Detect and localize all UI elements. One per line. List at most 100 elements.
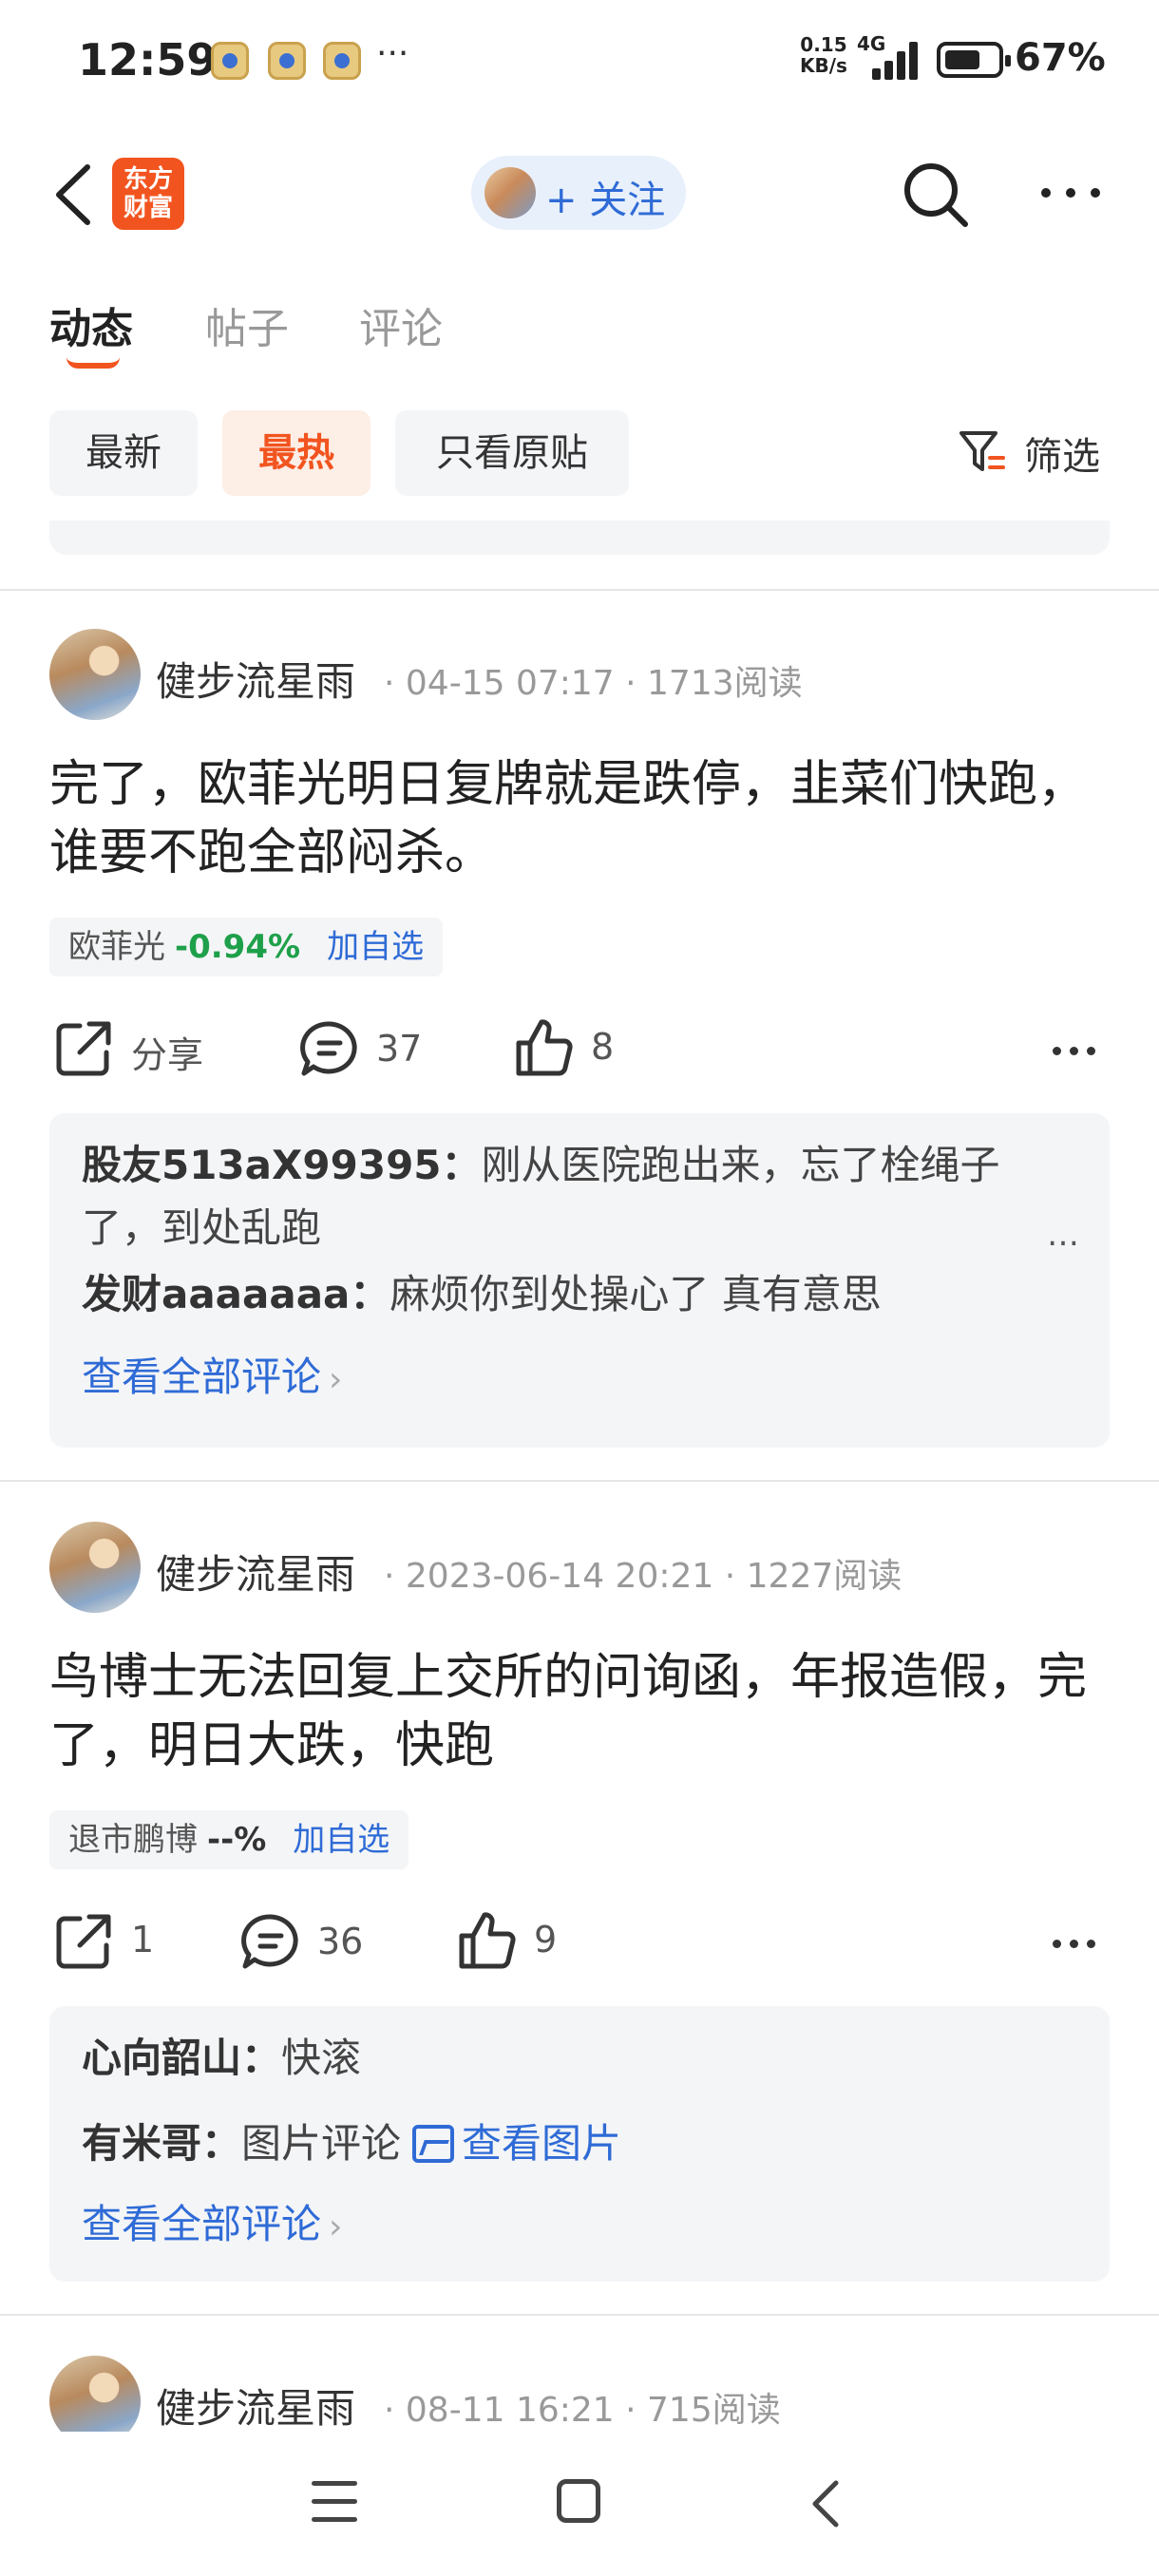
filter-icon [960, 431, 1005, 471]
comment-item[interactable]: 心向韶山：快滚 [82, 2027, 1070, 2090]
signal-icon [872, 42, 925, 80]
notification-app-icon [211, 42, 249, 80]
author-avatar[interactable] [49, 629, 141, 720]
comment-ellipsis: … [1047, 1216, 1079, 1254]
comment-icon [300, 1021, 357, 1076]
view-all-label: 查看全部评论 [82, 2201, 322, 2247]
filter-label: 筛选 [1024, 435, 1100, 479]
comments-preview: 股友513aX99395：刚从医院跑出来，忘了栓绳子了，到处乱跑 … 发财aaa… [49, 1113, 1110, 1448]
system-nav-bar [0, 2432, 1159, 2576]
post-more-icon[interactable] [1053, 1041, 1100, 1060]
image-icon [412, 2125, 455, 2163]
logo-text-line1: 东方 [123, 165, 173, 194]
home-button[interactable] [557, 2479, 600, 2523]
stock-name: 退市鹏博 [68, 1821, 198, 1859]
network-speed-value: 0.15 [800, 33, 847, 56]
status-bar: 12:59 ··· 0.15 KB/s 4G 67% [0, 0, 1159, 114]
author-avatar[interactable] [49, 1522, 141, 1613]
follow-label: + 关注 [545, 179, 666, 222]
battery-percent: 67% [1015, 36, 1106, 80]
like-count: 9 [534, 1919, 558, 1960]
divider [0, 589, 1159, 591]
comment-text: 图片评论 [241, 2120, 402, 2167]
author-name[interactable]: 健步流星雨 [156, 2377, 355, 2432]
battery-icon [937, 42, 1011, 78]
post-reads: 1227阅读 [746, 1557, 902, 1596]
status-time: 12:59 [78, 34, 218, 85]
view-all-comments-link[interactable]: 查看全部评论 › [82, 1345, 342, 1403]
share-icon [56, 1021, 111, 1076]
post-meta: · 08-11 16:21 · 715阅读 [384, 2391, 781, 2430]
thumbs-up-icon [516, 1019, 573, 1076]
tab-comments[interactable]: 评论 [359, 294, 443, 355]
tab-posts[interactable]: 帖子 [205, 294, 289, 355]
logo-text-line2: 财富 [123, 194, 173, 222]
share-label: 分享 [131, 1034, 204, 1076]
filter-hottest[interactable]: 最热 [222, 410, 370, 496]
like-count: 8 [591, 1026, 615, 1068]
author-name[interactable]: 健步流星雨 [156, 1543, 355, 1601]
comment-item[interactable]: 有米哥：图片评论 查看图片 [82, 2112, 1070, 2175]
comment-text: 麻烦你到处操心了 真有意思 [390, 1271, 882, 1317]
chevron-right-icon: › [329, 1360, 343, 1399]
post-more-icon[interactable] [1053, 1934, 1100, 1953]
notification-app-icon [323, 42, 361, 80]
system-back-icon[interactable] [808, 2477, 846, 2530]
post-content[interactable]: 完了，欧菲光明日复牌就是跌停，韭菜们快跑，谁要不跑全部闷杀。 [49, 750, 1110, 887]
back-arrow-icon[interactable] [48, 161, 104, 228]
post-date: 2023-06-14 20:21 [405, 1557, 714, 1596]
view-all-label: 查看全部评论 [82, 1354, 322, 1400]
post-meta: · 04-15 07:17 · 1713阅读 [384, 664, 803, 703]
follow-button[interactable]: + 关注 [471, 156, 686, 230]
comment-item[interactable]: 发财aaaaaaa：麻烦你到处操心了 真有意思 [82, 1263, 1070, 1326]
comment-user[interactable]: 心向韶山 [82, 2035, 241, 2081]
avatar [484, 167, 536, 218]
comment-count: 37 [376, 1028, 423, 1070]
divider [0, 2314, 1159, 2316]
add-watchlist-button[interactable]: 加自选 [327, 928, 424, 966]
filter-original-only[interactable]: 只看原贴 [395, 410, 629, 496]
network-speed-unit: KB/s [800, 54, 847, 77]
post-reads: 1713阅读 [647, 664, 803, 703]
add-watchlist-button[interactable]: 加自选 [293, 1821, 390, 1859]
author-name[interactable]: 健步流星雨 [156, 650, 355, 708]
network-speed: 0.15 KB/s [800, 34, 847, 76]
post-content[interactable]: 鸟博士无法回复上交所的问询函，年报造假，完了，明日大跌，快跑 [49, 1643, 1110, 1780]
post-date: 04-15 07:17 [405, 664, 615, 703]
stock-change: --% [207, 1821, 267, 1859]
view-image-link[interactable]: 查看图片 [462, 2120, 621, 2167]
app-logo: 东方 财富 [112, 158, 184, 230]
divider [0, 1480, 1159, 1482]
share-count: 1 [131, 1919, 155, 1960]
post-reads: 715阅读 [647, 2391, 781, 2430]
comment-text: 快滚 [281, 2035, 362, 2081]
status-more-icon: ··· [376, 34, 409, 73]
view-all-comments-link[interactable]: 查看全部评论 › [82, 2192, 342, 2250]
notification-app-icon [268, 42, 306, 80]
recent-apps-button[interactable] [312, 2481, 357, 2523]
share-icon [56, 1914, 111, 1969]
filter-latest[interactable]: 最新 [49, 410, 198, 496]
tab-active-indicator [66, 357, 120, 369]
comment-icon [241, 1914, 298, 1969]
thumbs-up-icon [459, 1912, 516, 1969]
more-options-icon[interactable] [1041, 177, 1102, 205]
post-meta: · 2023-06-14 20:21 · 1227阅读 [384, 1557, 902, 1596]
comment-user[interactable]: 股友513aX99395 [82, 1142, 442, 1188]
post-date: 08-11 16:21 [405, 2391, 615, 2430]
post-partial: 健步流星雨 · 08-11 16:21 · 715阅读 [0, 2346, 1159, 2432]
comment-count: 36 [317, 1921, 364, 1962]
author-avatar[interactable] [49, 2356, 141, 2432]
comment-user[interactable]: 有米哥 [82, 2120, 201, 2167]
comments-preview: 心向韶山：快滚 有米哥：图片评论 查看图片 查看全部评论 › [49, 2006, 1110, 2282]
stock-change: -0.94% [175, 928, 301, 966]
stock-tag[interactable]: 退市鹏博 --% 加自选 [49, 1810, 409, 1869]
chevron-right-icon: › [329, 2207, 343, 2246]
comment-item[interactable]: 股友513aX99395：刚从医院跑出来，忘了栓绳子了，到处乱跑 [82, 1134, 1070, 1260]
search-icon[interactable] [901, 160, 971, 230]
comment-user[interactable]: 发财aaaaaaa [82, 1271, 350, 1317]
stock-name: 欧菲光 [68, 928, 165, 966]
stock-tag[interactable]: 欧菲光 -0.94% 加自选 [49, 918, 444, 976]
tab-dynamics[interactable]: 动态 [49, 294, 133, 355]
previous-card-remnant [49, 521, 1110, 555]
